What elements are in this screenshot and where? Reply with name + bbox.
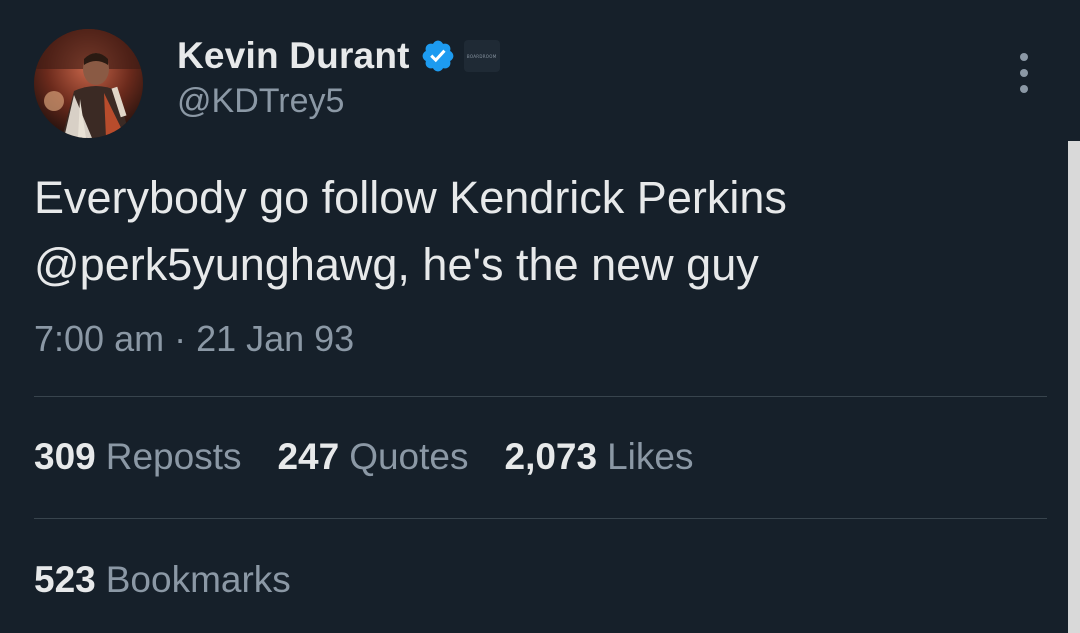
author-handle[interactable]: @KDTrey5 [177, 82, 344, 121]
avatar-image [34, 29, 143, 138]
tweet-detail: Kevin Durant BOARDROOM @KDTrey5 Everybod… [0, 0, 1080, 633]
bookmarks-stat[interactable]: 523 Bookmarks [34, 559, 291, 601]
more-dot [1020, 69, 1028, 77]
tweet-text-line: Everybody go follow Kendrick Perkins [34, 172, 787, 223]
likes-label: Likes [607, 436, 694, 477]
affiliate-badge-label: BOARDROOM [466, 53, 497, 59]
more-vertical-icon[interactable] [1011, 53, 1037, 93]
avatar[interactable] [34, 29, 143, 138]
author-name-row: Kevin Durant BOARDROOM [177, 34, 500, 78]
tweet-text: Everybody go follow Kendrick Perkins @pe… [34, 164, 1034, 298]
quotes-count: 247 [277, 436, 340, 477]
verified-badge-icon[interactable] [420, 38, 456, 74]
more-dot [1020, 53, 1028, 61]
divider [34, 518, 1047, 519]
bookmarks-count: 523 [34, 559, 96, 600]
reposts-label: Reposts [105, 436, 242, 477]
engagement-stats: 309 Reposts 247 Quotes 2,073 Likes [34, 436, 729, 478]
author-display-name[interactable]: Kevin Durant [177, 35, 410, 77]
quotes-label: Quotes [349, 436, 469, 477]
quotes-stat[interactable]: 247 Quotes [277, 436, 468, 478]
tweet-text-line: @perk5yunghawg, he's the new guy [34, 239, 759, 290]
likes-stat[interactable]: 2,073 Likes [505, 436, 694, 478]
more-dot [1020, 85, 1028, 93]
tweet-timestamp[interactable]: 7:00 am · 21 Jan 93 [34, 318, 354, 360]
likes-count: 2,073 [504, 436, 598, 477]
reposts-stat[interactable]: 309 Reposts [34, 436, 241, 478]
scrollbar[interactable] [1068, 141, 1080, 633]
reposts-count: 309 [34, 436, 96, 477]
bookmarks-label: Bookmarks [105, 559, 291, 600]
divider [34, 396, 1047, 397]
affiliate-badge[interactable]: BOARDROOM [463, 40, 500, 72]
